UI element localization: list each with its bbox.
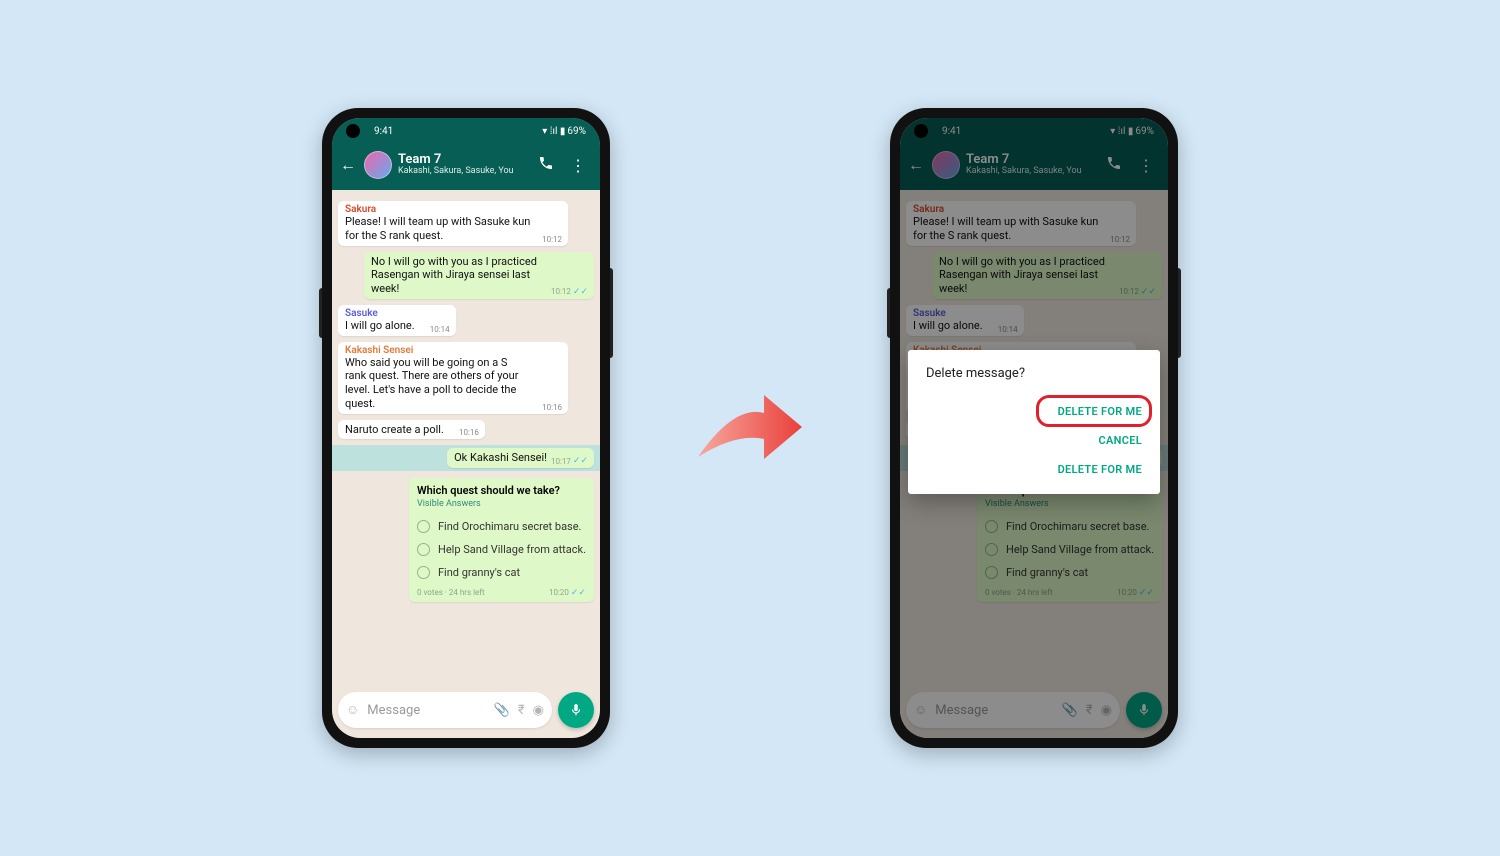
status-battery: 69% xyxy=(567,126,586,137)
chat-title: Team 7 xyxy=(398,153,530,167)
message-in[interactable]: Naruto create a poll. 10:16 xyxy=(338,420,485,440)
poll-footer-left: 0 votes · 24 hrs left xyxy=(417,588,485,598)
arrow-icon xyxy=(690,383,810,473)
status-time: 9:41 xyxy=(374,126,393,137)
poll-visibility: Visible Answers xyxy=(417,499,586,509)
chat-avatar[interactable] xyxy=(364,151,392,179)
read-receipt-icon: ✓✓ xyxy=(573,456,588,466)
poll-option-label: Find granny's cat xyxy=(438,566,520,579)
phone-screen: 9:41 ▾ ⁞ıl ▮ 69% ← Team 7 Kakashi, Sakur… xyxy=(332,118,600,738)
phone-right: 9:41 ▾ ⁞ıl ▮ 69% ← Team 7 Kakashi, Sakur… xyxy=(890,108,1178,748)
poll-message[interactable]: Which quest should we take? Visible Answ… xyxy=(409,478,594,602)
message-text: Naruto create a poll. xyxy=(345,423,478,437)
poll-option[interactable]: Help Sand Village from attack. xyxy=(417,538,586,561)
phone-left: 9:41 ▾ ⁞ıl ▮ 69% ← Team 7 Kakashi, Sakur… xyxy=(322,108,610,748)
delete-for-me-button-2[interactable]: DELETE FOR ME xyxy=(926,455,1148,484)
message-out[interactable]: No I will go with you as I practiced Ras… xyxy=(364,252,594,299)
read-receipt-icon: ✓✓ xyxy=(571,588,586,598)
phone-screen: 9:41 ▾ ⁞ıl ▮ 69% ← Team 7 Kakashi, Sakur… xyxy=(900,118,1168,738)
emoji-icon[interactable]: ☺ xyxy=(346,702,359,718)
front-camera xyxy=(346,124,360,138)
poll-option-label: Find Orochimaru secret base. xyxy=(438,520,582,533)
mic-button[interactable] xyxy=(558,692,594,728)
poll-time: 10:20 ✓✓ xyxy=(549,588,586,598)
radio-icon[interactable] xyxy=(417,566,430,579)
message-placeholder: Message xyxy=(367,703,485,718)
message-sender: Kakashi Sensei xyxy=(345,345,561,356)
message-time: 10:14 xyxy=(430,325,450,334)
message-in[interactable]: Sakura Please! I will team up with Sasuk… xyxy=(338,201,568,246)
poll-option-label: Help Sand Village from attack. xyxy=(438,543,586,556)
delete-for-me-button[interactable]: DELETE FOR ME xyxy=(926,397,1148,426)
back-icon[interactable]: ← xyxy=(338,155,358,175)
message-time: 10:16 xyxy=(459,428,479,437)
radio-icon[interactable] xyxy=(417,543,430,556)
message-text: Who said you will be going on a S rank q… xyxy=(345,356,561,411)
camera-icon[interactable]: ◉ xyxy=(533,703,544,718)
message-time: 10:17✓✓ xyxy=(551,456,588,466)
poll-option[interactable]: Find granny's cat xyxy=(417,561,586,584)
delete-message-dialog: Delete message? DELETE FOR ME CANCEL DEL… xyxy=(908,350,1160,494)
message-sender: Sasuke xyxy=(345,308,449,319)
chat-messages[interactable]: Sakura Please! I will team up with Sasuk… xyxy=(332,190,600,684)
message-text: Please! I will team up with Sasuke kun f… xyxy=(345,215,561,243)
more-options-icon[interactable]: ⋮ xyxy=(568,156,588,175)
transition-arrow xyxy=(690,368,810,488)
read-receipt-icon: ✓✓ xyxy=(573,287,588,297)
message-in[interactable]: Kakashi Sensei Who said you will be goin… xyxy=(338,342,568,414)
status-bar: 9:41 ▾ ⁞ıl ▮ 69% xyxy=(332,118,600,144)
call-icon[interactable] xyxy=(536,155,556,175)
attach-icon[interactable]: 📎 xyxy=(494,703,510,718)
phone-frame: 9:41 ▾ ⁞ıl ▮ 69% ← Team 7 Kakashi, Sakur… xyxy=(890,108,1178,748)
message-time: 10:12✓✓ xyxy=(551,287,588,297)
message-time: 10:16 xyxy=(542,403,562,412)
poll-option[interactable]: Find Orochimaru secret base. xyxy=(417,515,586,538)
status-signal-icons: ▾ ⁞ıl ▮ xyxy=(542,126,565,137)
message-input-bar: ☺ Message 📎 ₹ ◉ xyxy=(338,690,594,730)
poll-question: Which quest should we take? xyxy=(417,484,586,497)
radio-icon[interactable] xyxy=(417,520,430,533)
phone-frame: 9:41 ▾ ⁞ıl ▮ 69% ← Team 7 Kakashi, Sakur… xyxy=(322,108,610,748)
message-out-selected[interactable]: Ok Kakashi Sensei! 10:17✓✓ xyxy=(447,448,594,468)
chat-subtitle: Kakashi, Sakura, Sasuke, You xyxy=(398,167,530,177)
chat-appbar: ← Team 7 Kakashi, Sakura, Sasuke, You ⋮ xyxy=(332,144,600,190)
message-in[interactable]: Sasuke I will go alone. 10:14 xyxy=(338,305,456,336)
message-sender: Sakura xyxy=(345,204,561,215)
message-input[interactable]: ☺ Message 📎 ₹ ◉ xyxy=(338,692,552,728)
selected-message-row[interactable]: Ok Kakashi Sensei! 10:17✓✓ xyxy=(332,445,600,471)
message-time: 10:12 xyxy=(542,235,562,244)
dialog-title: Delete message? xyxy=(926,366,1148,381)
chat-title-block[interactable]: Team 7 Kakashi, Sakura, Sasuke, You xyxy=(398,153,530,177)
cancel-button[interactable]: CANCEL xyxy=(926,426,1148,455)
currency-icon[interactable]: ₹ xyxy=(518,703,525,718)
